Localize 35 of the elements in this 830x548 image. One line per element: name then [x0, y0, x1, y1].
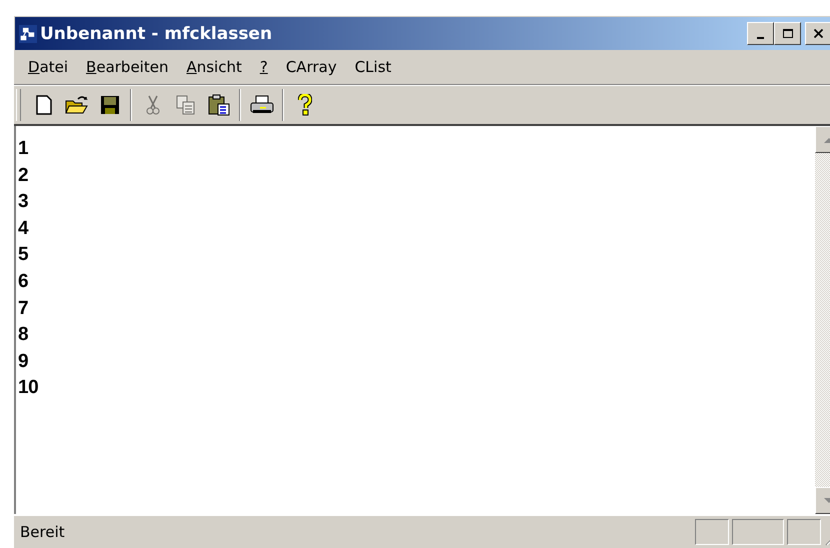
text-line: 4	[18, 216, 28, 241]
text-line: 2	[18, 164, 28, 188]
status-pane	[787, 519, 821, 545]
text-line: 6	[18, 270, 28, 294]
status-text: Bereit	[20, 523, 66, 541]
minimize-button[interactable]	[747, 22, 774, 45]
menu-item[interactable]: ?	[252, 58, 276, 76]
menu-item[interactable]: Ansicht	[178, 58, 250, 76]
text-line: 8	[18, 323, 28, 348]
text-line: 10	[18, 376, 38, 400]
clipboard-icon	[208, 94, 230, 116]
status-pane	[695, 519, 729, 545]
maximize-button[interactable]	[774, 22, 801, 45]
question-mark-icon	[298, 94, 312, 116]
menu-item[interactable]: CArray	[278, 58, 345, 76]
printer-icon	[250, 95, 274, 115]
close-icon	[814, 29, 823, 38]
menu-item[interactable]: CList	[346, 58, 400, 76]
close-button[interactable]	[805, 22, 830, 45]
app-icon	[19, 24, 37, 42]
menu-item[interactable]: Bearbeiten	[78, 58, 176, 76]
blank-page-icon	[36, 95, 52, 115]
menu-item[interactable]: Datei	[20, 58, 76, 76]
text-line: 5	[18, 243, 28, 268]
window-title: Unbenannt - mfcklassen	[40, 24, 272, 44]
scissors-icon	[146, 95, 160, 115]
text-line: 9	[18, 350, 28, 374]
text-line: 7	[18, 296, 28, 321]
copy-icon	[176, 95, 196, 115]
text-line: 3	[18, 190, 28, 214]
maximize-icon	[782, 29, 792, 38]
folder-icon	[64, 95, 88, 115]
status-pane	[732, 519, 784, 545]
minimize-icon	[757, 36, 764, 38]
text-line: 1	[18, 137, 28, 161]
